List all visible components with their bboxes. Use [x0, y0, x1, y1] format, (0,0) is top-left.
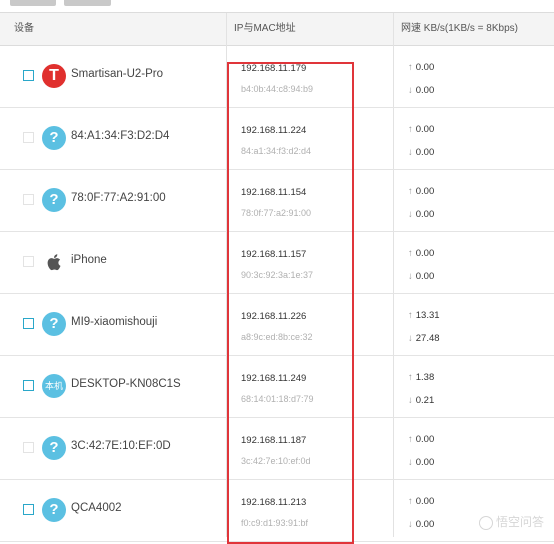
download-rate: ↓ 0.00 — [408, 85, 435, 96]
upload-rate: ↑ 0.00 — [408, 124, 435, 135]
unknown-device-icon: ? — [42, 188, 66, 212]
upload-arrow-icon: ↑ — [408, 310, 413, 321]
upload-rate: ↑ 1.38 — [408, 372, 435, 383]
download-arrow-icon: ↓ — [408, 147, 413, 158]
ip-mac-highlight-box — [227, 62, 354, 544]
upload-arrow-icon: ↑ — [408, 124, 413, 135]
download-rate: ↓ 0.21 — [408, 395, 435, 406]
download-rate: ↓ 0.00 — [408, 209, 435, 220]
download-arrow-icon: ↓ — [408, 519, 413, 530]
device-name[interactable]: DESKTOP-KN08C1S — [71, 378, 181, 390]
upload-rate: ↑ 0.00 — [408, 248, 435, 259]
upload-arrow-icon: ↑ — [408, 62, 413, 73]
apple-icon — [42, 250, 66, 274]
unknown-device-icon: ? — [42, 312, 66, 336]
header-ip-mac: IP与MAC地址 — [234, 23, 296, 34]
device-checkbox[interactable] — [23, 380, 34, 391]
download-rate: ↓ 0.00 — [408, 147, 435, 158]
device-checkbox[interactable] — [23, 504, 34, 515]
device-name[interactable]: MI9-xiaomishouji — [71, 316, 157, 328]
upload-rate: ↑ 0.00 — [408, 434, 435, 445]
download-rate: ↓ 27.48 — [408, 333, 440, 344]
upload-arrow-icon: ↑ — [408, 496, 413, 507]
upload-arrow-icon: ↑ — [408, 372, 413, 383]
device-name[interactable]: QCA4002 — [71, 502, 122, 514]
download-arrow-icon: ↓ — [408, 209, 413, 220]
download-arrow-icon: ↓ — [408, 395, 413, 406]
device-checkbox[interactable] — [23, 194, 34, 205]
watermark-icon — [478, 515, 493, 530]
device-name[interactable]: 84:A1:34:F3:D2:D4 — [71, 130, 169, 142]
upload-rate: ↑ 0.00 — [408, 186, 435, 197]
local-device-icon: 本机 — [42, 374, 66, 398]
device-checkbox[interactable] — [23, 318, 34, 329]
unknown-device-icon: ? — [42, 498, 66, 522]
unknown-device-icon: ? — [42, 436, 66, 460]
header-device: 设备 — [14, 23, 34, 34]
device-checkbox[interactable] — [23, 442, 34, 453]
device-name[interactable]: Smartisan-U2-Pro — [71, 68, 163, 80]
download-rate: ↓ 0.00 — [408, 457, 435, 468]
upload-rate: ↑ 13.31 — [408, 310, 440, 321]
download-arrow-icon: ↓ — [408, 457, 413, 468]
device-checkbox[interactable] — [23, 256, 34, 267]
table-header: 设备 IP与MAC地址 网速 KB/s(1KB/s = 8Kbps) — [0, 13, 554, 46]
device-table: 设备 IP与MAC地址 网速 KB/s(1KB/s = 8Kbps) T Smar… — [0, 12, 554, 544]
upload-arrow-icon: ↑ — [408, 186, 413, 197]
download-arrow-icon: ↓ — [408, 271, 413, 282]
device-checkbox[interactable] — [23, 70, 34, 81]
top-tab-button-1[interactable] — [10, 0, 56, 6]
upload-arrow-icon: ↑ — [408, 248, 413, 259]
download-arrow-icon: ↓ — [408, 85, 413, 96]
smartisan-icon: T — [42, 64, 66, 88]
device-name[interactable]: iPhone — [71, 254, 107, 266]
download-arrow-icon: ↓ — [408, 333, 413, 344]
download-rate: ↓ 0.00 — [408, 519, 435, 530]
upload-rate: ↑ 0.00 — [408, 62, 435, 73]
upload-arrow-icon: ↑ — [408, 434, 413, 445]
device-checkbox[interactable] — [23, 132, 34, 143]
device-name[interactable]: 78:0F:77:A2:91:00 — [71, 192, 166, 204]
unknown-device-icon: ? — [42, 126, 66, 150]
download-rate: ↓ 0.00 — [408, 271, 435, 282]
upload-rate: ↑ 0.00 — [408, 496, 435, 507]
watermark: 悟空问答 — [478, 513, 544, 530]
device-name[interactable]: 3C:42:7E:10:EF:0D — [71, 440, 171, 452]
header-rate: 网速 KB/s(1KB/s = 8Kbps) — [401, 23, 518, 34]
top-tab-button-2[interactable] — [64, 0, 111, 6]
